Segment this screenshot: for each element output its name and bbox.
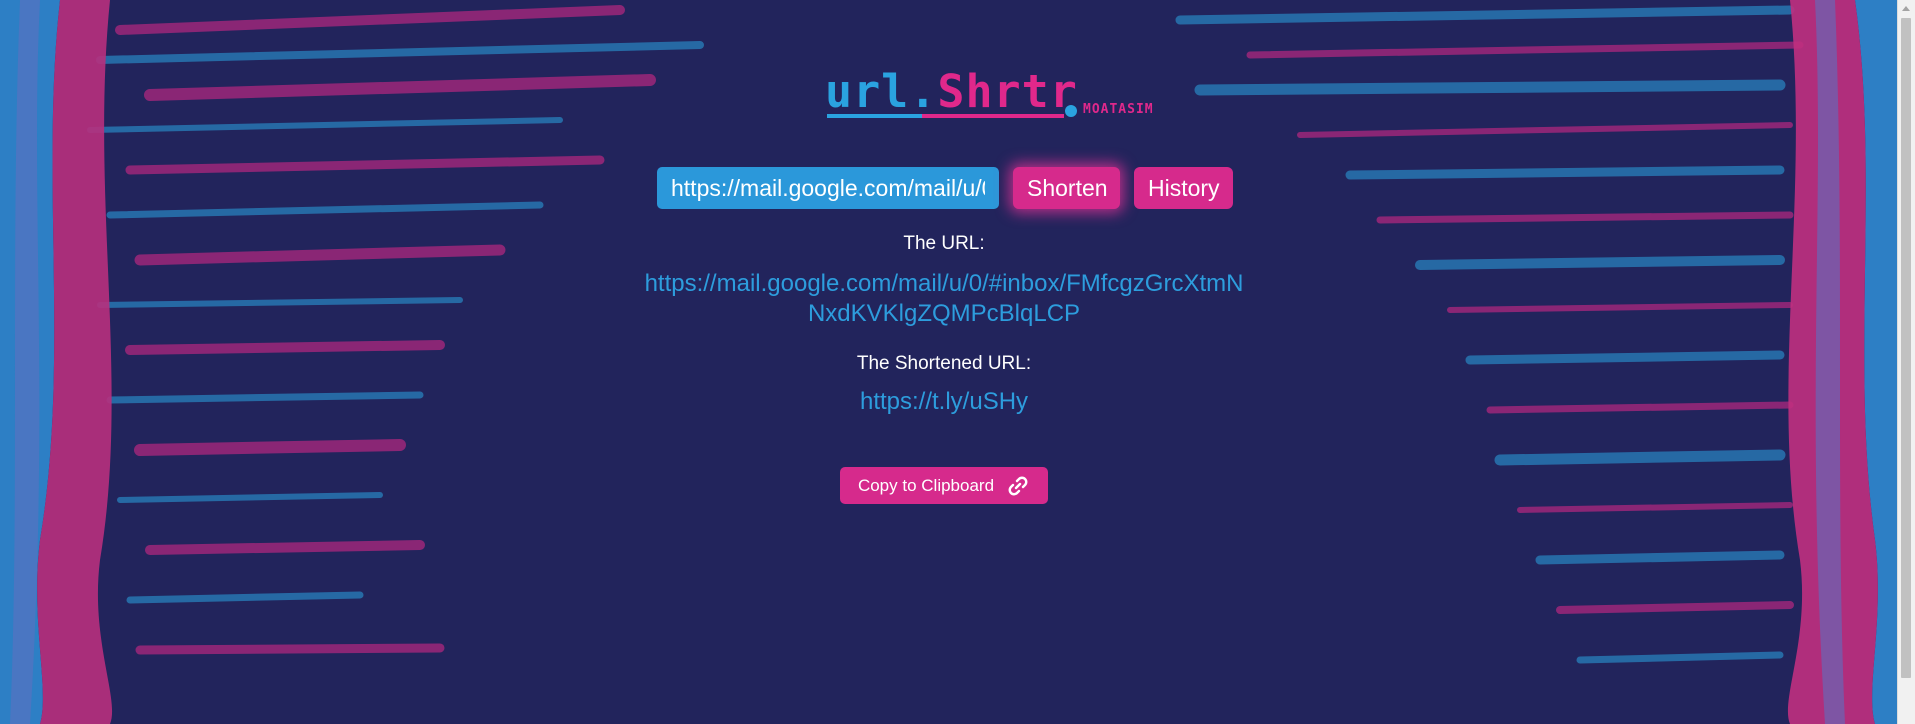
copy-button-label: Copy to Clipboard — [857, 475, 995, 495]
logo-part-shrtr: Shrtr — [937, 65, 1078, 118]
scrollbar-thumb[interactable] — [1901, 18, 1911, 678]
app-logo: url.Shrtr MOATASIM — [825, 68, 1165, 120]
logo-author: MOATASIM — [1083, 102, 1154, 117]
shortened-url-label: The Shortened URL: — [856, 353, 1032, 374]
logo-part-url: url. — [825, 65, 938, 118]
main-content: url.Shrtr MOATASIM Shorten History The U… — [0, 0, 1898, 724]
shorten-button[interactable]: Shorten — [1013, 167, 1120, 209]
logo-wordmark: url.Shrtr — [825, 68, 1078, 116]
link-icon — [1008, 476, 1028, 495]
url-input[interactable] — [657, 167, 999, 209]
logo-underline-pink — [922, 114, 1064, 118]
vertical-scrollbar[interactable] — [1897, 0, 1915, 724]
history-button[interactable]: History — [1134, 167, 1233, 209]
logo-dot-icon — [1065, 105, 1077, 117]
scroll-up-arrow-icon[interactable] — [1902, 6, 1910, 11]
url-label: The URL: — [903, 233, 985, 254]
shorten-form: Shorten History — [657, 167, 1233, 209]
copy-to-clipboard-button[interactable]: Copy to Clipboard — [840, 467, 1048, 504]
logo-underline-blue — [827, 114, 922, 118]
shortened-url-link[interactable]: https://t.ly/uSHy — [0, 387, 1888, 417]
original-url-link[interactable]: https://mail.google.com/mail/u/0/#inbox/… — [644, 269, 1244, 329]
app-viewport: url.Shrtr MOATASIM Shorten History The U… — [0, 0, 1915, 724]
